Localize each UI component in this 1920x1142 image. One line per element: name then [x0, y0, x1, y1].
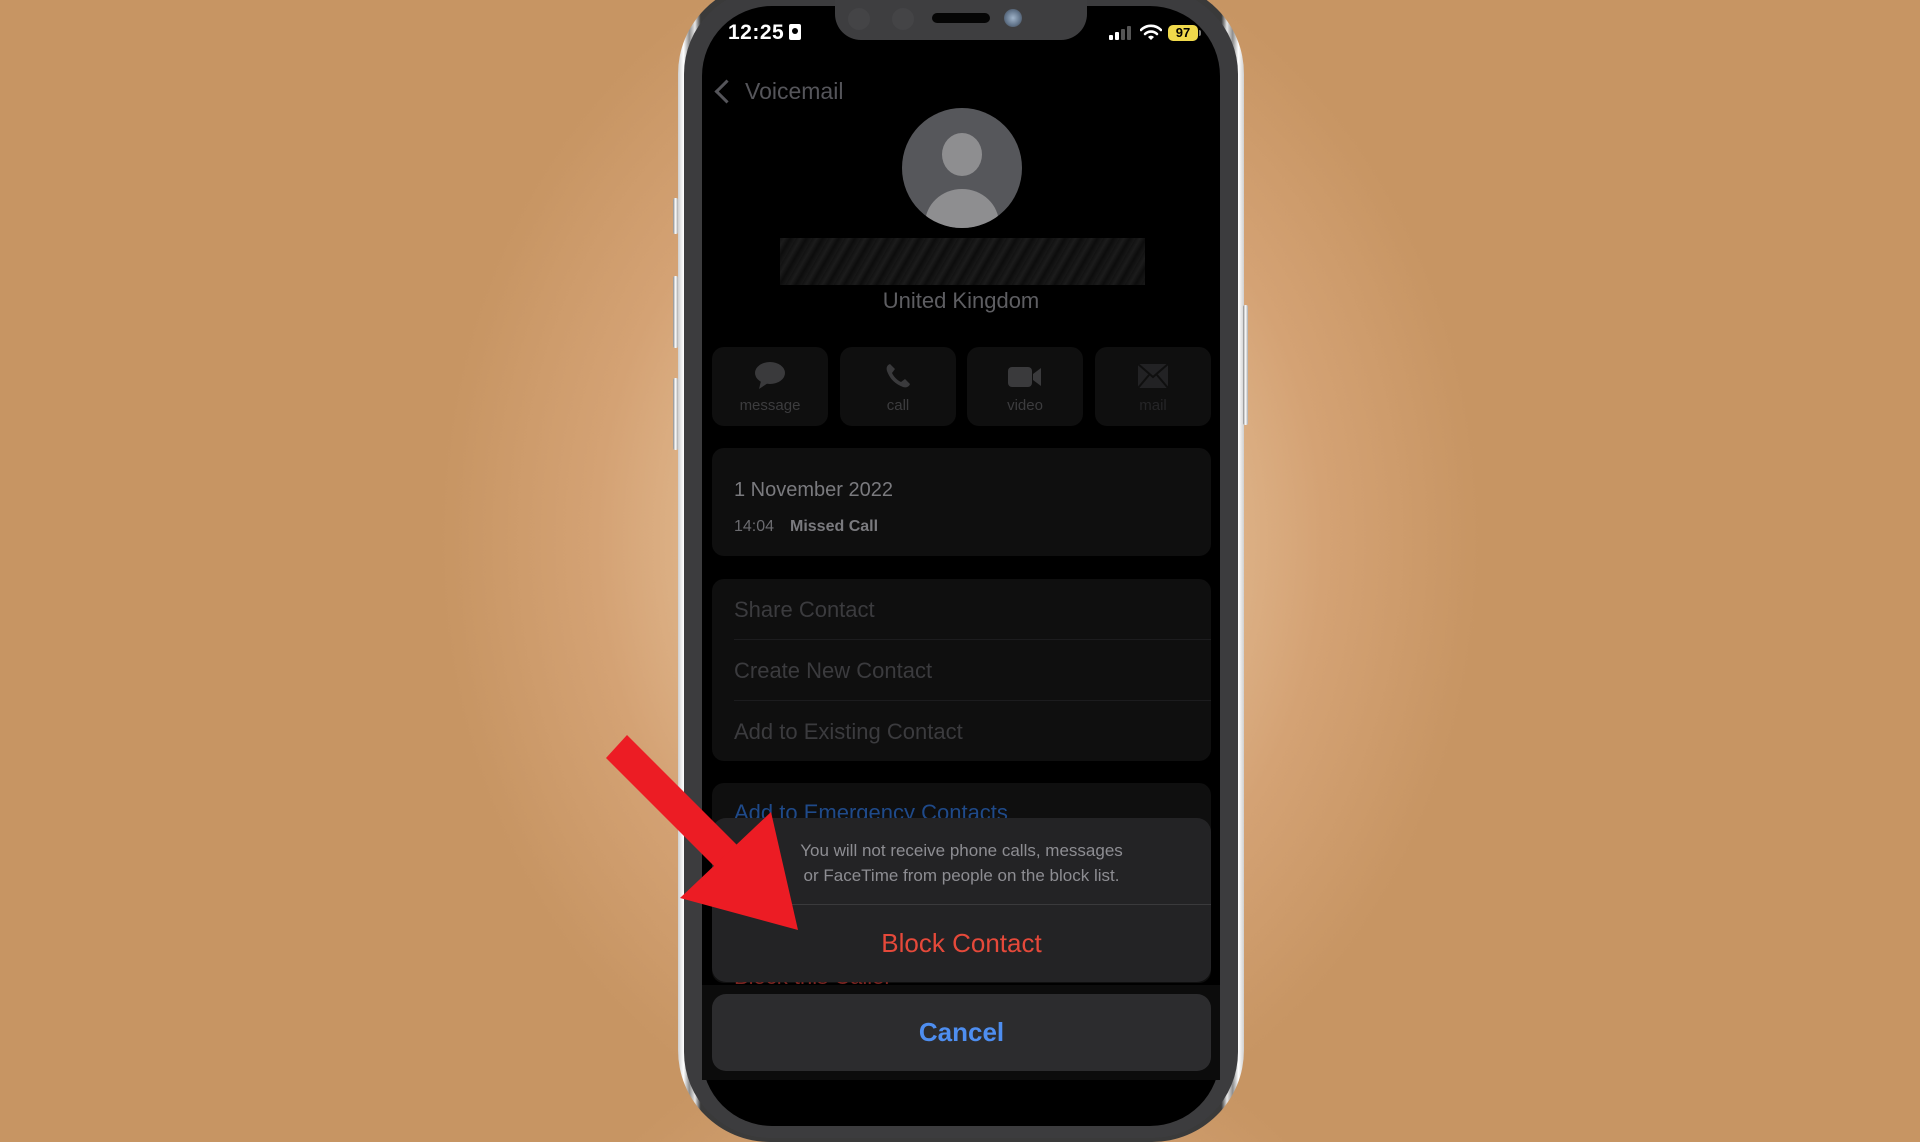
call-type: Missed Call [790, 518, 879, 535]
notch-sensor [892, 8, 914, 30]
signal-bar [1109, 35, 1113, 40]
power-button [1243, 305, 1248, 425]
status-time: 12:25 [728, 21, 785, 44]
envelope-icon [1137, 363, 1169, 389]
action-sheet-message-text: You will not receive phone calls, messag… [800, 841, 1123, 885]
block-contact-button[interactable]: Block Contact [712, 905, 1211, 982]
front-camera [1004, 9, 1022, 27]
block-action-sheet: You will not receive phone calls, messag… [712, 818, 1211, 982]
phone-icon [886, 364, 910, 388]
call-log-card [712, 448, 1211, 556]
action-sheet-message: You will not receive phone calls, messag… [712, 838, 1211, 888]
mail-label: mail [1139, 397, 1167, 414]
message-bubble-icon [755, 362, 785, 389]
wifi-icon [1140, 24, 1162, 40]
call-date: 1 November 2022 [734, 479, 893, 501]
video-camera-icon [1008, 367, 1041, 387]
message-label: message [739, 397, 801, 414]
share-contact-option[interactable]: Share Contact [734, 579, 1211, 640]
message-button[interactable]: message [712, 347, 828, 426]
call-time: 14:04 [734, 518, 775, 535]
mail-button[interactable]: mail [1095, 347, 1211, 426]
avatar-body [925, 189, 999, 228]
back-label: Voicemail [745, 78, 844, 104]
signal-bar [1121, 29, 1125, 40]
back-button[interactable]: Voicemail [712, 78, 843, 105]
create-new-contact-option[interactable]: Create New Contact [734, 640, 1211, 701]
contact-card-icon [789, 24, 801, 40]
signal-bar [1127, 26, 1131, 40]
call-label: call [886, 397, 910, 414]
volume-down-button [673, 378, 678, 450]
avatar-head [942, 133, 982, 176]
notch-sensor [848, 8, 870, 30]
call-button[interactable]: call [840, 347, 956, 426]
cellular-signal-icon [1109, 26, 1135, 40]
battery-indicator: 97 [1168, 25, 1198, 41]
contact-location: United Kingdom [882, 288, 1040, 313]
avatar [902, 108, 1022, 228]
redacted-contact-name [780, 238, 1145, 285]
video-label: video [1007, 397, 1043, 414]
video-button[interactable]: video [967, 347, 1083, 426]
chevron-left-icon [714, 79, 739, 104]
signal-bar [1115, 32, 1119, 40]
silent-switch [673, 198, 678, 234]
volume-up-button [673, 276, 678, 348]
earpiece-speaker [932, 13, 990, 23]
add-to-existing-contact-option[interactable]: Add to Existing Contact [734, 701, 1211, 762]
cancel-button[interactable]: Cancel [712, 994, 1211, 1071]
